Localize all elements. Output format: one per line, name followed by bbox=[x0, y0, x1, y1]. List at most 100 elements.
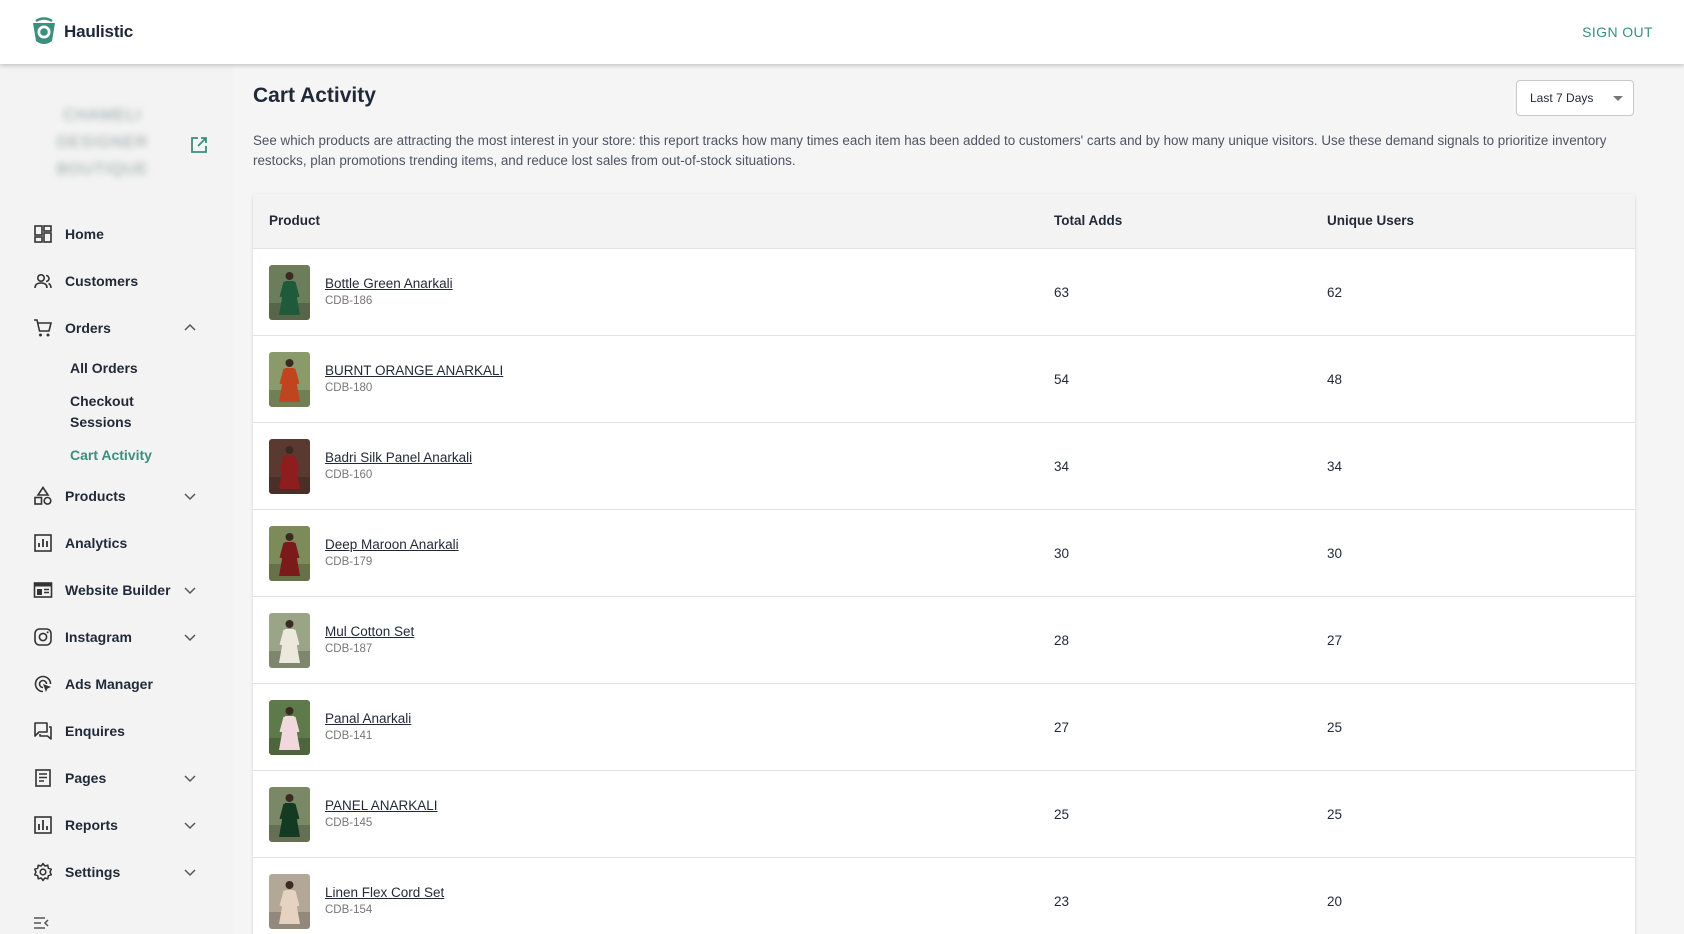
page-title: Cart Activity bbox=[253, 84, 376, 107]
sidebar-item-home[interactable]: Home bbox=[0, 210, 233, 257]
product-thumbnail[interactable] bbox=[269, 526, 310, 581]
sidebar-item-label: Website Builder bbox=[65, 581, 171, 598]
brand[interactable]: Haulistic bbox=[30, 17, 133, 47]
sidebar-item-orders[interactable]: Orders bbox=[0, 304, 233, 351]
submenu-item-all-orders[interactable]: All Orders bbox=[0, 358, 233, 379]
website-icon bbox=[33, 580, 53, 600]
product-name-link[interactable]: Bottle Green Anarkali bbox=[325, 276, 453, 291]
date-range-select[interactable]: Last 7 Days bbox=[1516, 80, 1634, 116]
orders-submenu: All Orders Checkout Sessions Cart Activi… bbox=[0, 351, 233, 472]
sidebar-item-analytics[interactable]: Analytics bbox=[0, 519, 233, 566]
product-thumbnail[interactable] bbox=[269, 352, 310, 407]
cart-activity-table: Product Total Adds Unique Users Bottle G… bbox=[253, 194, 1635, 934]
gear-icon bbox=[33, 862, 53, 882]
sidebar-item-products[interactable]: Products bbox=[0, 472, 233, 519]
chevron-down-icon[interactable] bbox=[182, 488, 198, 504]
chevron-down-icon[interactable] bbox=[182, 770, 198, 786]
chevron-down-icon[interactable] bbox=[182, 582, 198, 598]
total-adds-value: 54 bbox=[1054, 372, 1070, 387]
product-sku: CDB-160 bbox=[325, 469, 373, 481]
table-row[interactable]: Bottle Green Anarkali CDB-186 63 62 bbox=[253, 249, 1635, 336]
sidebar-item-website-builder[interactable]: Website Builder bbox=[0, 566, 233, 613]
table-row[interactable]: Mul Cotton Set CDB-187 28 27 bbox=[253, 597, 1635, 684]
submenu-item-cart-activity[interactable]: Cart Activity bbox=[0, 445, 233, 466]
total-adds-value: 63 bbox=[1054, 285, 1070, 300]
product-thumbnail[interactable] bbox=[269, 265, 310, 320]
chevron-down-icon[interactable] bbox=[182, 864, 198, 880]
product-name-link[interactable]: Linen Flex Cord Set bbox=[325, 885, 444, 900]
unique-users-value: 20 bbox=[1327, 894, 1343, 909]
page-description: See which products are attracting the mo… bbox=[253, 133, 1607, 168]
table-row[interactable]: PANEL ANARKALI CDB-145 25 25 bbox=[253, 771, 1635, 858]
product-sku: CDB-141 bbox=[325, 730, 373, 742]
table-header: Product Total Adds Unique Users bbox=[253, 194, 1635, 249]
product-sku: CDB-179 bbox=[325, 556, 373, 568]
analytics-icon bbox=[33, 533, 53, 553]
total-adds-value: 23 bbox=[1054, 894, 1070, 909]
sidebar-item-label: Home bbox=[65, 225, 104, 242]
product-sku: CDB-145 bbox=[325, 817, 373, 829]
chevron-down-icon[interactable] bbox=[182, 817, 198, 833]
sidebar: CHAMELI DESIGNER BOUTIQUE Home Customers… bbox=[0, 64, 233, 934]
unique-users-value: 25 bbox=[1327, 720, 1343, 735]
sidebar-item-pages[interactable]: Pages bbox=[0, 754, 233, 801]
sidebar-item-label: Reports bbox=[65, 816, 118, 833]
total-adds-value: 28 bbox=[1054, 633, 1070, 648]
instagram-icon bbox=[33, 627, 53, 647]
total-adds-value: 27 bbox=[1054, 720, 1070, 735]
sidebar-item-label: Settings bbox=[65, 863, 121, 880]
chevron-down-icon[interactable] bbox=[182, 629, 198, 645]
product-sku: CDB-186 bbox=[325, 295, 373, 307]
sidebar-item-settings[interactable]: Settings bbox=[0, 848, 233, 895]
submenu-item-checkout-sessions[interactable]: Checkout Sessions bbox=[0, 391, 160, 433]
sidebar-item-label: Products bbox=[65, 487, 126, 504]
table-row[interactable]: Linen Flex Cord Set CDB-154 23 20 bbox=[253, 858, 1635, 934]
sidebar-item-label: Analytics bbox=[65, 534, 128, 551]
product-name-link[interactable]: PANEL ANARKALI bbox=[325, 798, 438, 813]
product-thumbnail[interactable] bbox=[269, 439, 310, 494]
main-content: Cart Activity Last 7 Days See which prod… bbox=[233, 64, 1684, 934]
sidebar-item-ads-manager[interactable]: Ads Manager bbox=[0, 660, 233, 707]
sidebar-item-instagram[interactable]: Instagram bbox=[0, 613, 233, 660]
chevron-up-icon[interactable] bbox=[182, 320, 198, 336]
pages-icon bbox=[33, 768, 53, 788]
product-name-link[interactable]: Panal Anarkali bbox=[325, 711, 411, 726]
product-thumbnail[interactable] bbox=[269, 787, 310, 842]
ads-target-icon bbox=[33, 674, 53, 694]
store-switcher: CHAMELI DESIGNER BOUTIQUE bbox=[0, 102, 233, 190]
product-sku: CDB-180 bbox=[325, 382, 373, 394]
sidebar-item-reports[interactable]: Reports bbox=[0, 801, 233, 848]
shapes-icon bbox=[33, 485, 53, 506]
product-name-link[interactable]: Badri Silk Panel Anarkali bbox=[325, 450, 472, 465]
table-row[interactable]: Deep Maroon Anarkali CDB-179 30 30 bbox=[253, 510, 1635, 597]
unique-users-value: 25 bbox=[1327, 807, 1343, 822]
product-name-link[interactable]: Deep Maroon Anarkali bbox=[325, 537, 459, 552]
product-thumbnail[interactable] bbox=[269, 700, 310, 755]
product-thumbnail[interactable] bbox=[269, 613, 310, 668]
sidebar-item-label: Orders bbox=[65, 319, 111, 336]
unique-users-value: 30 bbox=[1327, 546, 1343, 561]
sign-out-button[interactable]: SIGN OUT bbox=[1582, 24, 1653, 40]
external-link-icon[interactable] bbox=[190, 136, 208, 154]
table-row[interactable]: Badri Silk Panel Anarkali CDB-160 34 34 bbox=[253, 423, 1635, 510]
unique-users-value: 62 bbox=[1327, 285, 1343, 300]
unique-users-value: 27 bbox=[1327, 633, 1343, 648]
column-header-unique-users: Unique Users bbox=[1327, 213, 1415, 228]
sidebar-item-customers[interactable]: Customers bbox=[0, 257, 233, 304]
total-adds-value: 25 bbox=[1054, 807, 1070, 822]
collapse-sidebar-icon[interactable] bbox=[33, 916, 49, 930]
brand-logo-icon bbox=[33, 17, 55, 44]
sidebar-item-label: Customers bbox=[65, 272, 139, 289]
product-sku: CDB-154 bbox=[325, 904, 373, 916]
store-name: CHAMELI DESIGNER BOUTIQUE bbox=[56, 107, 149, 178]
column-header-product: Product bbox=[269, 213, 321, 228]
product-name-link[interactable]: BURNT ORANGE ANARKALI bbox=[325, 363, 503, 378]
product-name-link[interactable]: Mul Cotton Set bbox=[325, 624, 414, 639]
sidebar-item-label: Pages bbox=[65, 769, 107, 786]
chat-icon bbox=[33, 721, 53, 741]
date-range-value: Last 7 Days bbox=[1530, 91, 1594, 105]
table-row[interactable]: Panal Anarkali CDB-141 27 25 bbox=[253, 684, 1635, 771]
table-row[interactable]: BURNT ORANGE ANARKALI CDB-180 54 48 bbox=[253, 336, 1635, 423]
product-thumbnail[interactable] bbox=[269, 874, 310, 929]
sidebar-item-enquires[interactable]: Enquires bbox=[0, 707, 233, 754]
